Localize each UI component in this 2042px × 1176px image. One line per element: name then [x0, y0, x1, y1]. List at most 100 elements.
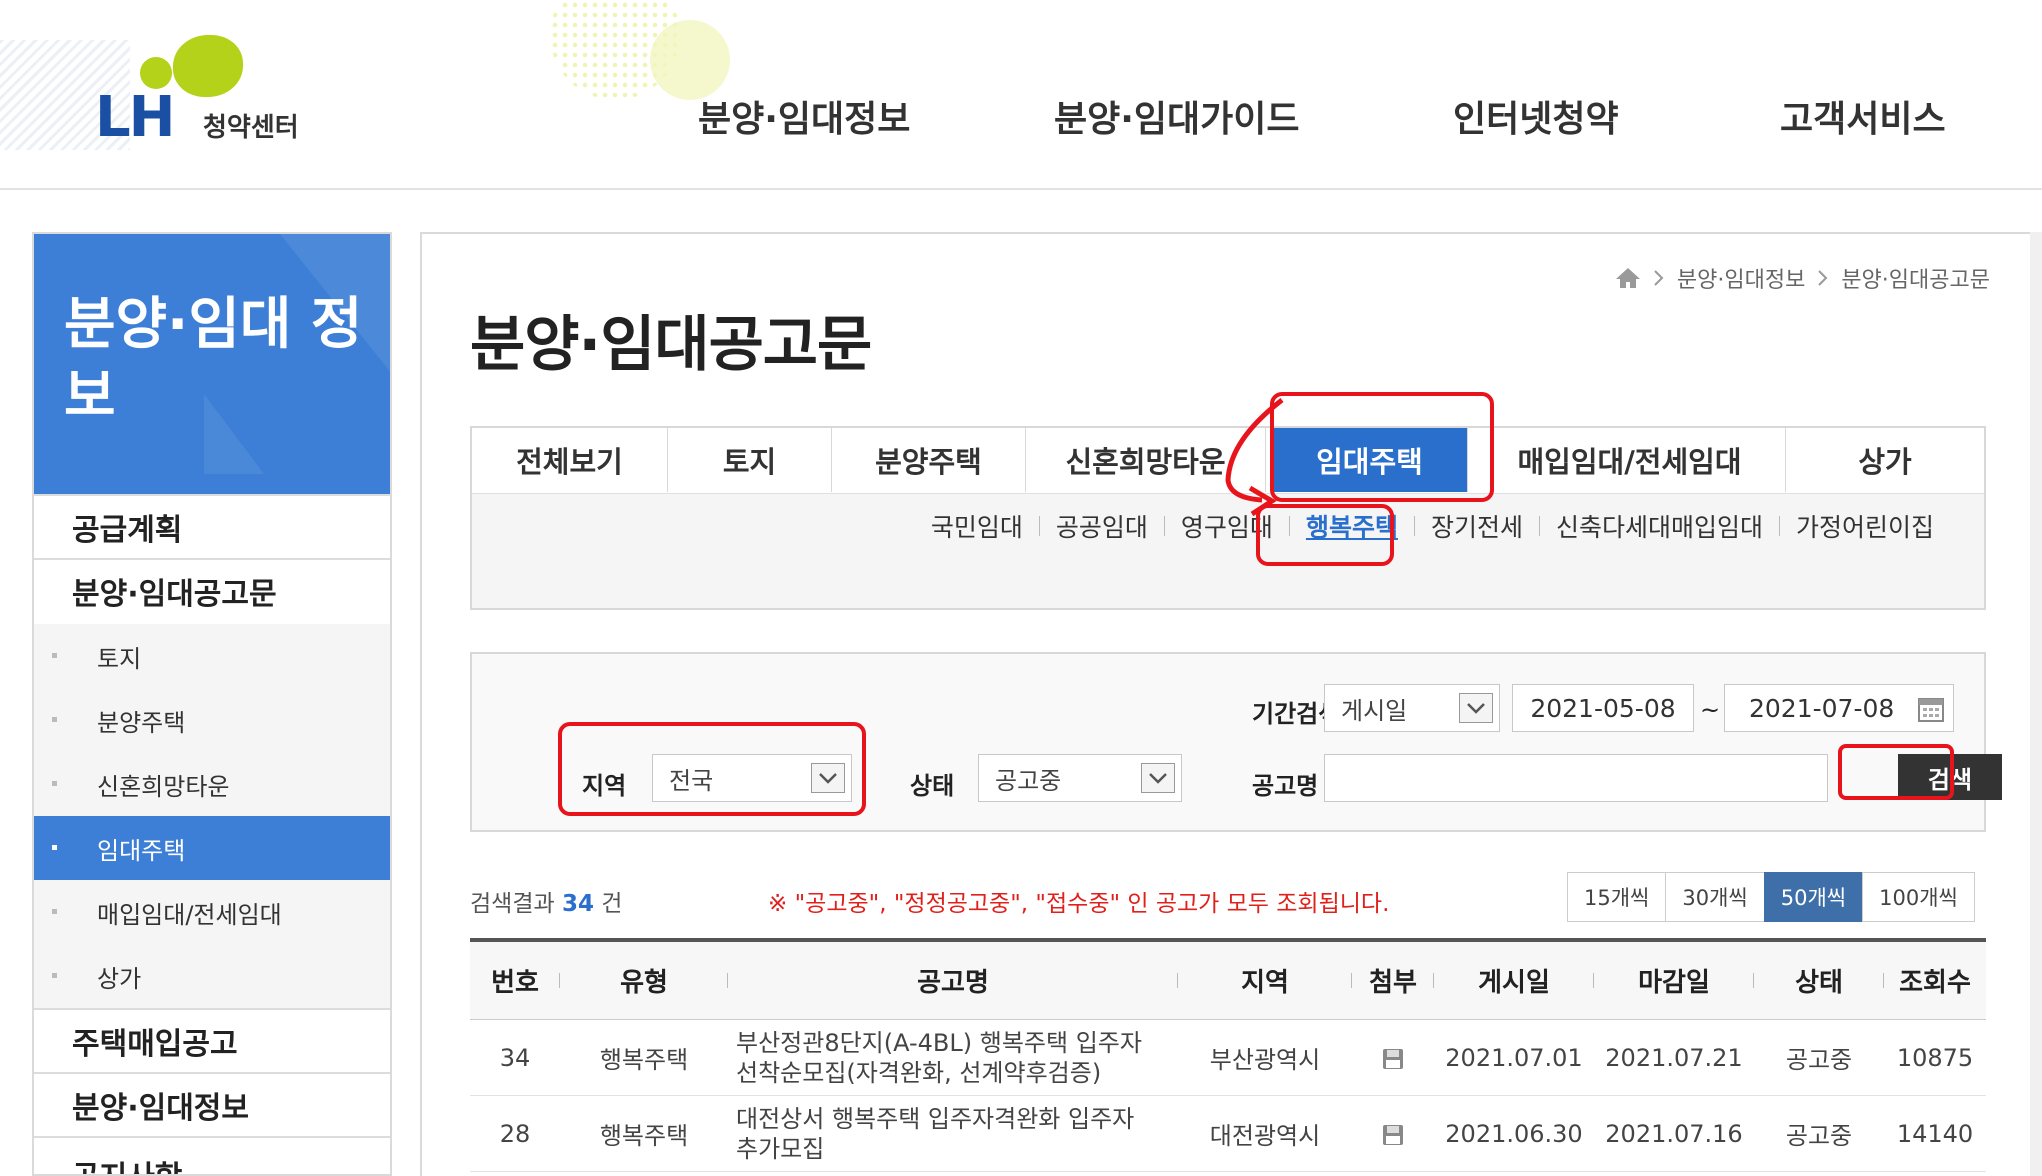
- date-to-value: 2021-07-08: [1749, 693, 1895, 723]
- status-label: 상태: [910, 772, 955, 800]
- col-no: 번호: [470, 962, 560, 999]
- sidebar-item-supply-plan[interactable]: 공급계획: [34, 494, 390, 558]
- per-page-15[interactable]: 15개씩: [1567, 872, 1667, 922]
- sidebar-sub-label: 토지: [97, 644, 142, 673]
- logo-subtitle: 청약센터: [203, 113, 299, 143]
- tab-purchase-rental[interactable]: 매입임대/전세임대: [1474, 428, 1786, 492]
- header-circle-decoration: [650, 20, 730, 100]
- date-from-input[interactable]: 2021-05-08: [1512, 684, 1694, 732]
- subtab-public-rental[interactable]: 공공임대: [1056, 508, 1148, 544]
- table-row[interactable]: 34 행복주택 부산정관8단지(A-4BL) 행복주택 입주자 선착순모집(자격…: [470, 1020, 1986, 1096]
- row-title[interactable]: 대전상서 행복주택 입주자격완화 입주자 추가모집: [728, 1104, 1178, 1164]
- row-views: 14140: [1896, 1119, 1974, 1148]
- bullet-icon: [52, 781, 57, 786]
- subtab-national-rental[interactable]: 국민임대: [931, 508, 1023, 544]
- sidebar-header: 분양·임대 정보: [34, 234, 390, 494]
- chevron-right-icon: [1654, 270, 1664, 286]
- sidebar-sub-purchase-rental[interactable]: 매입임대/전세임대: [34, 880, 390, 944]
- row-deadline: 2021.07.16: [1605, 1119, 1743, 1148]
- chevron-down-icon[interactable]: [1141, 763, 1175, 793]
- result-prefix: 검색결과: [470, 891, 555, 917]
- sidebar-sub-newlywed-town[interactable]: 신혼희망타운: [34, 752, 390, 816]
- row-title-line: 대전상서 행복주택 입주자격완화 입주자: [736, 1104, 1135, 1133]
- region-label: 지역: [582, 772, 627, 800]
- sidebar-item-notice[interactable]: 분양·임대공고문: [34, 558, 390, 622]
- sidebar-sub-sale-housing[interactable]: 분양주택: [34, 688, 390, 752]
- sidebar-sub-land[interactable]: 토지: [34, 624, 390, 688]
- date-range-tilde: ~: [1700, 696, 1721, 724]
- tab-rental-housing[interactable]: 임대주택: [1272, 428, 1468, 492]
- breadcrumb-item[interactable]: 분양·임대정보: [1677, 262, 1805, 294]
- tab-commercial[interactable]: 상가: [1786, 428, 1984, 492]
- main-content: 분양·임대정보 분양·임대공고문 분양·임대공고문 전체보기 토지 분양주택 신…: [420, 232, 2030, 1176]
- gnb-item-guide[interactable]: 분양·임대가이드: [1054, 90, 1300, 142]
- region-select[interactable]: 전국: [652, 754, 852, 802]
- row-no: 28: [499, 1119, 531, 1148]
- per-page-30[interactable]: 30개씩: [1665, 872, 1765, 922]
- row-attach[interactable]: [1352, 1120, 1434, 1148]
- per-page-100[interactable]: 100개씩: [1862, 872, 1975, 922]
- sidebar-sub-commercial[interactable]: 상가: [34, 944, 390, 1008]
- divider: [1038, 516, 1040, 536]
- row-status: 공고중: [1785, 1122, 1853, 1150]
- sidebar-sub-label: 매입임대/전세임대: [97, 900, 282, 929]
- col-views: 조회수: [1899, 968, 1971, 998]
- col-deadline: 마감일: [1594, 962, 1754, 999]
- disk-icon[interactable]: [1381, 1047, 1405, 1071]
- status-select[interactable]: 공고중: [978, 754, 1182, 802]
- gnb-item-apply[interactable]: 인터넷청약: [1453, 90, 1619, 142]
- search-button[interactable]: 검색: [1898, 754, 2002, 800]
- subtab-new-multiplex-rental[interactable]: 신축다세대매입임대: [1556, 508, 1763, 544]
- sidebar-item-info[interactable]: 분양·임대정보: [34, 1072, 390, 1136]
- row-title-line: 부산정관8단지(A-4BL) 행복주택 입주자: [736, 1028, 1142, 1057]
- divider: [1778, 516, 1780, 536]
- lh-logo[interactable]: LH 청약센터: [95, 35, 335, 150]
- row-type: 행복주택: [599, 1122, 689, 1150]
- home-icon[interactable]: [1615, 267, 1641, 289]
- tab-land[interactable]: 토지: [668, 428, 832, 492]
- divider: [1413, 516, 1415, 536]
- subtab-permanent-rental[interactable]: 영구임대: [1181, 508, 1273, 544]
- sidebar-title: 분양·임대 정보: [64, 292, 363, 429]
- status-value: 공고중: [995, 766, 1062, 795]
- divider: [1163, 516, 1165, 536]
- breadcrumb-item[interactable]: 분양·임대공고문: [1841, 262, 1990, 294]
- logo-text: LH: [95, 85, 176, 150]
- sidebar-sub-rental-housing[interactable]: 임대주택: [34, 816, 390, 880]
- row-attach[interactable]: [1352, 1044, 1434, 1072]
- period-type-select[interactable]: 게시일: [1324, 684, 1500, 732]
- gnb-item-info[interactable]: 분양·임대정보: [698, 90, 910, 142]
- table-row[interactable]: 28 행복주택 대전상서 행복주택 입주자격완화 입주자 추가모집 대전광역시 …: [470, 1096, 1986, 1172]
- subtabs: 국민임대 공공임대 영구임대 행복주택 장기전세 신축다세대매입임대 가정어린이…: [931, 508, 1934, 544]
- subtab-long-term-jeonse[interactable]: 장기전세: [1431, 508, 1523, 544]
- gnb-item-service[interactable]: 고객서비스: [1780, 90, 1946, 142]
- chevron-down-icon[interactable]: [811, 763, 845, 793]
- sidebar: 분양·임대 정보 공급계획 분양·임대공고문 토지 분양주택 신혼희망타운 임대…: [32, 232, 392, 1176]
- chevron-down-icon[interactable]: [1459, 693, 1493, 723]
- result-suffix: 건: [601, 891, 623, 917]
- calendar-icon[interactable]: [1917, 695, 1945, 723]
- tab-sale-housing[interactable]: 분양주택: [832, 428, 1026, 492]
- divider: [1288, 516, 1290, 536]
- disk-icon[interactable]: [1381, 1123, 1405, 1147]
- tab-all[interactable]: 전체보기: [472, 428, 668, 492]
- subtab-home-daycare[interactable]: 가정어린이집: [1796, 508, 1934, 544]
- per-page-50[interactable]: 50개씩: [1763, 872, 1864, 922]
- notice-name-label: 공고명: [1252, 772, 1319, 800]
- category-tabs: 전체보기 토지 분양주택 신혼희망타운 임대주택 매입임대/전세임대 상가: [472, 428, 1984, 494]
- sidebar-item-news[interactable]: 공지사항: [34, 1136, 390, 1174]
- row-posted: 2021.07.01: [1445, 1043, 1583, 1072]
- search-panel: 기간검색 게시일 2021-05-08 ~ 2021-07-08 지역 전국 상…: [470, 652, 2002, 832]
- tab-newlywed-town[interactable]: 신혼희망타운: [1026, 428, 1266, 492]
- col-posted: 게시일: [1434, 962, 1594, 999]
- breadcrumb: 분양·임대정보 분양·임대공고문: [1615, 262, 1990, 294]
- sidebar-item-house-purchase[interactable]: 주택매입공고: [34, 1008, 390, 1072]
- col-attach: 첨부: [1352, 962, 1434, 999]
- notice-name-input[interactable]: [1324, 754, 1828, 802]
- row-title[interactable]: 부산정관8단지(A-4BL) 행복주택 입주자 선착순모집(자격완화, 선계약후…: [728, 1028, 1178, 1088]
- subtab-happy-housing[interactable]: 행복주택: [1306, 508, 1398, 544]
- date-to-input[interactable]: 2021-07-08: [1724, 684, 1954, 732]
- sidebar-sub-label: 분양주택: [97, 708, 186, 737]
- per-page-selector: 15개씩 30개씩 50개씩 100개씩: [1567, 872, 1975, 922]
- col-title: 공고명: [728, 962, 1178, 999]
